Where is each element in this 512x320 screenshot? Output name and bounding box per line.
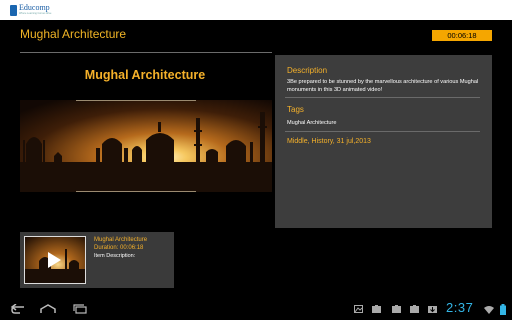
playlist-item[interactable]: Mughal Architecture Duration: 00:06:18 I…	[20, 232, 174, 288]
play-icon[interactable]	[48, 252, 61, 268]
video-poster[interactable]	[20, 100, 272, 192]
tags-label: Tags	[287, 105, 304, 114]
elapsed-time-badge: 00:06:18	[432, 30, 492, 41]
brand-tagline: Where Learning Comes Alive	[19, 12, 52, 15]
brand-name: Educomp	[19, 3, 50, 12]
item-description-label: Item Description:	[94, 253, 136, 259]
notification-icon[interactable]	[410, 305, 419, 313]
wifi-icon	[484, 306, 494, 314]
notification-icon[interactable]	[392, 305, 401, 313]
gallery-notification-icon[interactable]	[354, 305, 363, 313]
battery-icon	[500, 304, 506, 315]
poster-frame-line	[76, 100, 196, 101]
back-icon[interactable]	[10, 304, 26, 314]
playlist-item-duration: Duration: 00:06:18	[94, 245, 143, 251]
home-icon[interactable]	[40, 304, 56, 314]
recent-apps-icon[interactable]	[72, 304, 88, 314]
page-title: Mughal Architecture	[20, 27, 127, 41]
book-icon	[10, 5, 17, 16]
description-text: 3Be prepared to be stunned by the marvel…	[287, 79, 479, 93]
header: Mughal Architecture 00:06:18	[0, 20, 512, 52]
divider	[285, 131, 480, 132]
divider	[285, 97, 480, 98]
download-icon[interactable]	[428, 305, 437, 313]
duration-value: 00:06:18	[120, 245, 144, 251]
video-title: Mughal Architecture	[84, 68, 206, 82]
meta-text: Middle, History, 31 jul,2013	[287, 138, 371, 145]
monuments-illustration	[20, 100, 272, 192]
clock: 2:37	[446, 300, 474, 315]
description-label: Description	[287, 66, 328, 75]
video-thumbnail[interactable]	[24, 236, 86, 284]
poster-frame-line	[76, 191, 196, 192]
app-bar: Educomp Where Learning Comes Alive	[0, 0, 512, 20]
duration-label: Duration:	[94, 245, 119, 251]
tags-text: Mughal Architecture	[287, 120, 337, 126]
notification-icon[interactable]	[372, 305, 381, 313]
details-panel: Description 3Be prepared to be stunned b…	[275, 55, 492, 228]
playlist-item-title: Mughal Architecture	[94, 237, 148, 243]
divider	[20, 52, 272, 53]
educomp-logo: Educomp Where Learning Comes Alive	[10, 4, 51, 17]
